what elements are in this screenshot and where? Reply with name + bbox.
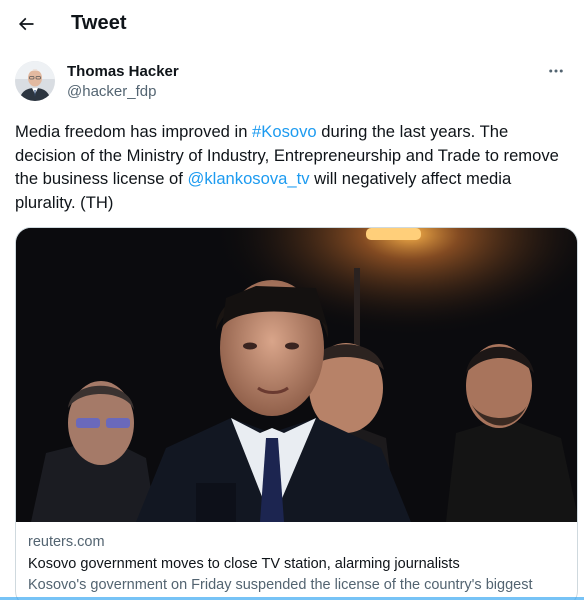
hashtag-link[interactable]: #Kosovo	[252, 122, 317, 141]
link-preview-card[interactable]: reuters.com Kosovo government moves to c…	[15, 227, 578, 600]
author-handle[interactable]: @hacker_fdp	[67, 83, 156, 100]
more-options-button[interactable]	[542, 59, 570, 83]
avatar-image	[15, 61, 55, 101]
tweet-text-segment: Media freedom has improved in	[15, 122, 253, 141]
author-display-name[interactable]: Thomas Hacker	[67, 63, 179, 80]
card-image[interactable]	[16, 228, 577, 522]
news-photo	[16, 228, 577, 522]
page-header: Tweet	[0, 0, 584, 48]
page-title: Tweet	[71, 12, 127, 34]
back-button[interactable]	[10, 8, 42, 40]
avatar[interactable]	[15, 61, 55, 101]
arrow-left-icon	[18, 17, 34, 31]
card-meta: reuters.com Kosovo government moves to c…	[28, 533, 568, 596]
card-title[interactable]: Kosovo government moves to close TV stat…	[28, 553, 568, 575]
tweet-text: Media freedom has improved in #Kosovo du…	[15, 120, 570, 214]
mention-link[interactable]: @klankosova_tv	[188, 169, 310, 188]
more-horizontal-icon	[549, 69, 563, 73]
card-domain: reuters.com	[28, 534, 105, 550]
tweet-author: Thomas Hacker @hacker_fdp	[15, 61, 570, 105]
card-description: Kosovo's government on Friday suspended …	[28, 577, 533, 593]
